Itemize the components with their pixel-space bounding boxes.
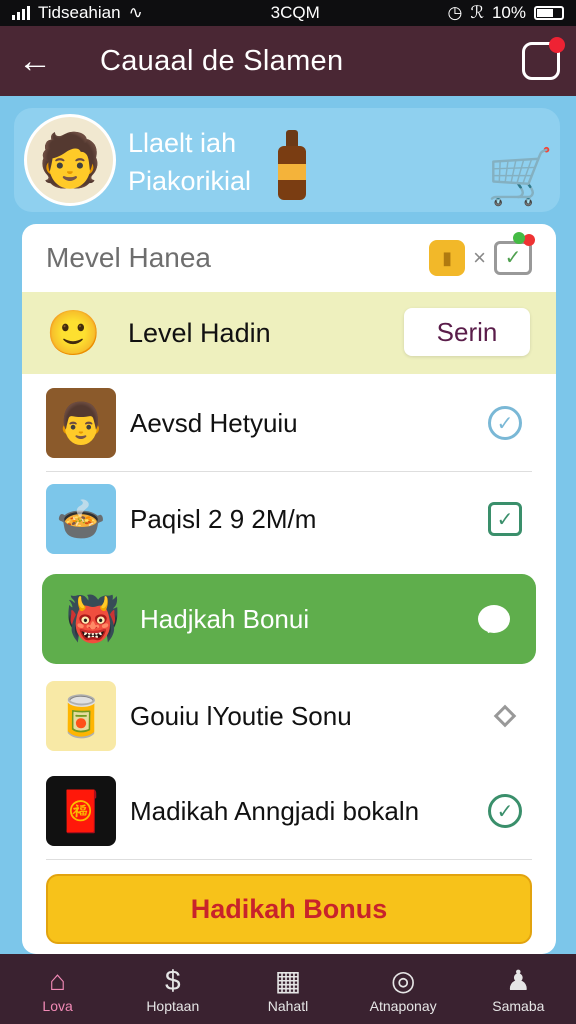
profile-icon: ♟	[505, 965, 531, 996]
wifi-icon: ∿	[128, 3, 143, 22]
carrier-label: Tidseahian	[38, 3, 121, 22]
chef-icon: 🙂	[46, 309, 101, 358]
back-button[interactable]: ←	[0, 26, 70, 96]
list-item[interactable]: 🧧 Madikah Anngjadi bokaln ✓	[22, 762, 556, 860]
notification-badge	[549, 37, 565, 53]
bluetooth-icon: ℛ	[470, 3, 484, 22]
banner-line-1: Llaelt iah	[128, 128, 237, 158]
nav-label: Nahatl	[267, 998, 309, 1014]
check-circle-icon[interactable]: ✓	[488, 406, 522, 440]
app-bar: ← Cauaal de Slamen	[0, 26, 576, 96]
signal-icon	[12, 6, 30, 20]
battery-icon	[534, 6, 564, 20]
status-time: 3CQM	[270, 3, 320, 22]
nav-label: Hoptaan	[146, 998, 200, 1014]
diamond-icon[interactable]	[488, 699, 522, 733]
level-button[interactable]: Serin	[404, 308, 530, 356]
nav-item-map[interactable]: ◎ Atnaponay	[346, 964, 461, 1014]
card-title: Mevel Hanea	[46, 242, 211, 273]
check-circle-icon[interactable]: ✓	[488, 794, 522, 828]
mascot-icon: 👹	[65, 595, 121, 644]
highlighted-list-item[interactable]: 👹 Hadjkah Bonui	[42, 574, 536, 664]
promo-banner[interactable]: 🧑 Llaelt iah Piakorikial 🛒	[14, 108, 560, 212]
list-item[interactable]: 👨 Aevsd Hetyuiu ✓	[22, 374, 556, 472]
sauce-bottle-icon: 🥫	[46, 681, 116, 751]
level-label: Level Hadin	[128, 317, 271, 348]
banner-text: Llaelt iah Piakorikial	[128, 124, 251, 200]
nav-item-home[interactable]: ⌂ Lova	[0, 964, 115, 1014]
banner-line-2: Piakorikial	[128, 166, 252, 196]
dollar-icon: $	[164, 965, 181, 996]
nav-label: Lova	[42, 998, 73, 1014]
notification-button[interactable]	[522, 37, 565, 80]
item-label: Gouiu lYoutie Sonu	[130, 700, 352, 731]
shopping-cart-icon: 🛒	[486, 147, 554, 207]
bottle-icon	[278, 130, 306, 200]
bottom-nav: ⌂ Lova $ Hoptaan ▦ Nahatl ◎ Atnaponay ♟ …	[0, 954, 576, 1024]
list-item[interactable]: 🥫 Gouiu lYoutie Sonu	[22, 670, 556, 762]
level-row: 🙂 Level Hadin Serin	[22, 292, 556, 374]
item-label: Madikah Anngjadi bokaln	[130, 795, 420, 826]
arrow-left-icon: ←	[18, 41, 52, 80]
card-header: Mevel Hanea ▮ × ✓	[22, 224, 556, 292]
item-label: Aevsd Hetyuiu	[130, 407, 298, 438]
home-check-icon[interactable]: ✓	[488, 502, 522, 536]
list-item[interactable]: 🍲 Paqisl 2 9 2M/m ✓	[22, 472, 556, 566]
nav-item-dollar[interactable]: $ Hoptaan	[115, 964, 230, 1014]
nav-label: Samaba	[492, 998, 545, 1014]
item-label: Hadjkah Bonui	[140, 603, 310, 634]
battery-percent: 10%	[491, 3, 526, 22]
gift-icon: ▦	[274, 965, 302, 996]
nav-item-profile[interactable]: ♟ Samaba	[461, 964, 576, 1014]
multiply-icon: ×	[473, 245, 486, 270]
calendar-check-icon[interactable]: ✓	[494, 232, 535, 275]
map-pin-icon: ◎	[390, 965, 416, 996]
red-envelope-icon: 🧧	[46, 776, 116, 846]
home-icon: ⌂	[49, 965, 67, 996]
avatar: 🧑	[24, 114, 116, 206]
status-bar: Tidseahian ∿ 3CQM ◷ ℛ 10%	[0, 0, 576, 26]
nav-item-gift[interactable]: ▦ Nahatl	[230, 964, 345, 1014]
chat-bubble-icon[interactable]	[478, 605, 510, 633]
coin-icon: ▮	[429, 240, 466, 276]
level-card: Mevel Hanea ▮ × ✓ 🙂 Level Hadin Serin 👨 …	[22, 224, 556, 954]
item-label: Paqisl 2 9 2M/m	[130, 503, 317, 534]
bowl-thumbnail-icon: 🍲	[46, 484, 116, 554]
cooking-thumbnail-icon: 👨	[46, 388, 116, 458]
nav-label: Atnaponay	[369, 998, 437, 1014]
alarm-icon: ◷	[447, 3, 463, 22]
bonus-button[interactable]: Hadikah Bonus	[46, 874, 532, 944]
page-title: Cauaal de Slamen	[100, 44, 344, 77]
